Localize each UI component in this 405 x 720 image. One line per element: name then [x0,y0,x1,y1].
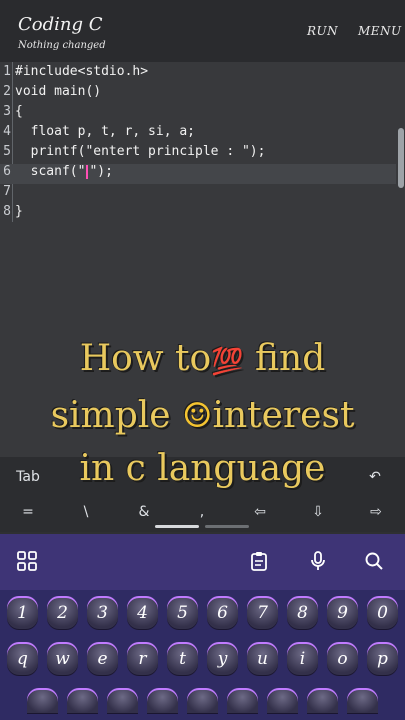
key-t[interactable]: t [167,642,198,676]
caption-line-2: simple ☺interest [0,395,405,436]
caption-text: simple [50,395,182,436]
code-text: { [15,104,23,119]
key-4[interactable]: 4 [127,596,158,630]
key-q[interactable]: q [7,642,38,676]
key-o[interactable]: o [327,642,358,676]
smiling-face-icon: ☺ [182,396,213,436]
code-text: scanf(" "); [15,164,113,179]
arrow-right-key[interactable]: ⇨ [358,504,394,520]
run-button[interactable]: RUN [307,24,338,38]
key-5[interactable]: 5 [167,596,198,630]
comma-key[interactable]: , [184,504,220,520]
code-line[interactable]: 1 #include<stdio.h> [0,64,396,84]
page-indicator [205,525,249,528]
equals-key[interactable]: = [10,504,46,520]
editor-scrollbar[interactable] [398,128,404,188]
file-status: Nothing changed [18,40,106,51]
line-number: 1 [3,64,11,79]
code-line[interactable]: 5 printf("entert principle : "); [0,144,396,164]
key-y[interactable]: y [207,642,238,676]
code-line[interactable]: 7 [0,184,396,204]
code-text: #include<stdio.h> [15,64,149,79]
key-2[interactable]: 2 [47,596,78,630]
line-number: 7 [3,184,11,199]
key-r[interactable]: r [127,642,158,676]
key-e[interactable]: e [87,642,118,676]
key-partial[interactable] [227,688,258,714]
key-partial[interactable] [107,688,138,714]
arrow-down-key[interactable]: ⇩ [300,504,336,520]
line-number: 4 [3,124,11,139]
key-u[interactable]: u [247,642,278,676]
hundred-points-icon: 💯 [211,347,244,377]
microphone-icon[interactable] [305,550,331,576]
key-partial[interactable] [147,688,178,714]
arrow-left-key[interactable]: ⇦ [242,504,278,520]
line-number: 3 [3,104,11,119]
code-text: void main() [15,84,102,99]
apps-grid-icon[interactable] [14,550,40,576]
code-line[interactable]: 2 void main() [0,84,396,104]
code-text: float p, t, r, si, a; [15,124,196,139]
code-line[interactable]: 4 float p, t, r, si, a; [0,124,396,144]
caption-line-3: in c language [79,448,326,489]
key-0[interactable]: 0 [367,596,398,630]
backslash-key[interactable]: \ [68,504,104,520]
key-partial[interactable] [187,688,218,714]
code-text: } [15,204,23,219]
key-partial[interactable] [347,688,378,714]
key-i[interactable]: i [287,642,318,676]
caption-line-1: How to💯 find [0,338,405,379]
ampersand-key[interactable]: & [126,504,162,520]
code-text-after-cursor: "); [89,164,113,179]
key-6[interactable]: 6 [207,596,238,630]
line-number: 5 [3,144,11,159]
line-number: 2 [3,84,11,99]
clipboard-icon[interactable] [246,550,272,576]
code-line-active[interactable]: 6 scanf(" "); [0,164,396,184]
key-w[interactable]: w [47,642,78,676]
key-p[interactable]: p [367,642,398,676]
search-icon[interactable] [361,550,387,576]
key-partial[interactable] [27,688,58,714]
key-9[interactable]: 9 [327,596,358,630]
keyboard-toolbar [0,534,405,590]
code-line[interactable]: 8 } [0,204,396,224]
code-text-before-cursor: scanf(" [15,164,86,179]
caption-text: How to [79,338,212,379]
code-line[interactable]: 3 { [0,104,396,124]
line-number: 8 [3,204,11,219]
key-3[interactable]: 3 [87,596,118,630]
key-8[interactable]: 8 [287,596,318,630]
menu-button[interactable]: MENU [358,24,402,38]
soft-keyboard: 1 2 3 4 5 6 7 8 9 0 q w e r t y u i o p [0,590,405,720]
key-partial[interactable] [307,688,338,714]
key-7[interactable]: 7 [247,596,278,630]
app-header: Coding C Nothing changed RUN MENU [0,0,405,62]
key-partial[interactable] [67,688,98,714]
key-partial[interactable] [267,688,298,714]
caption-text: interest [212,395,355,436]
line-number: 6 [3,164,11,179]
code-text: printf("entert principle : "); [15,144,266,159]
app-title: Coding C [18,14,103,35]
caption-text: find [243,338,326,379]
page-indicator-active [155,525,199,528]
key-1[interactable]: 1 [7,596,38,630]
